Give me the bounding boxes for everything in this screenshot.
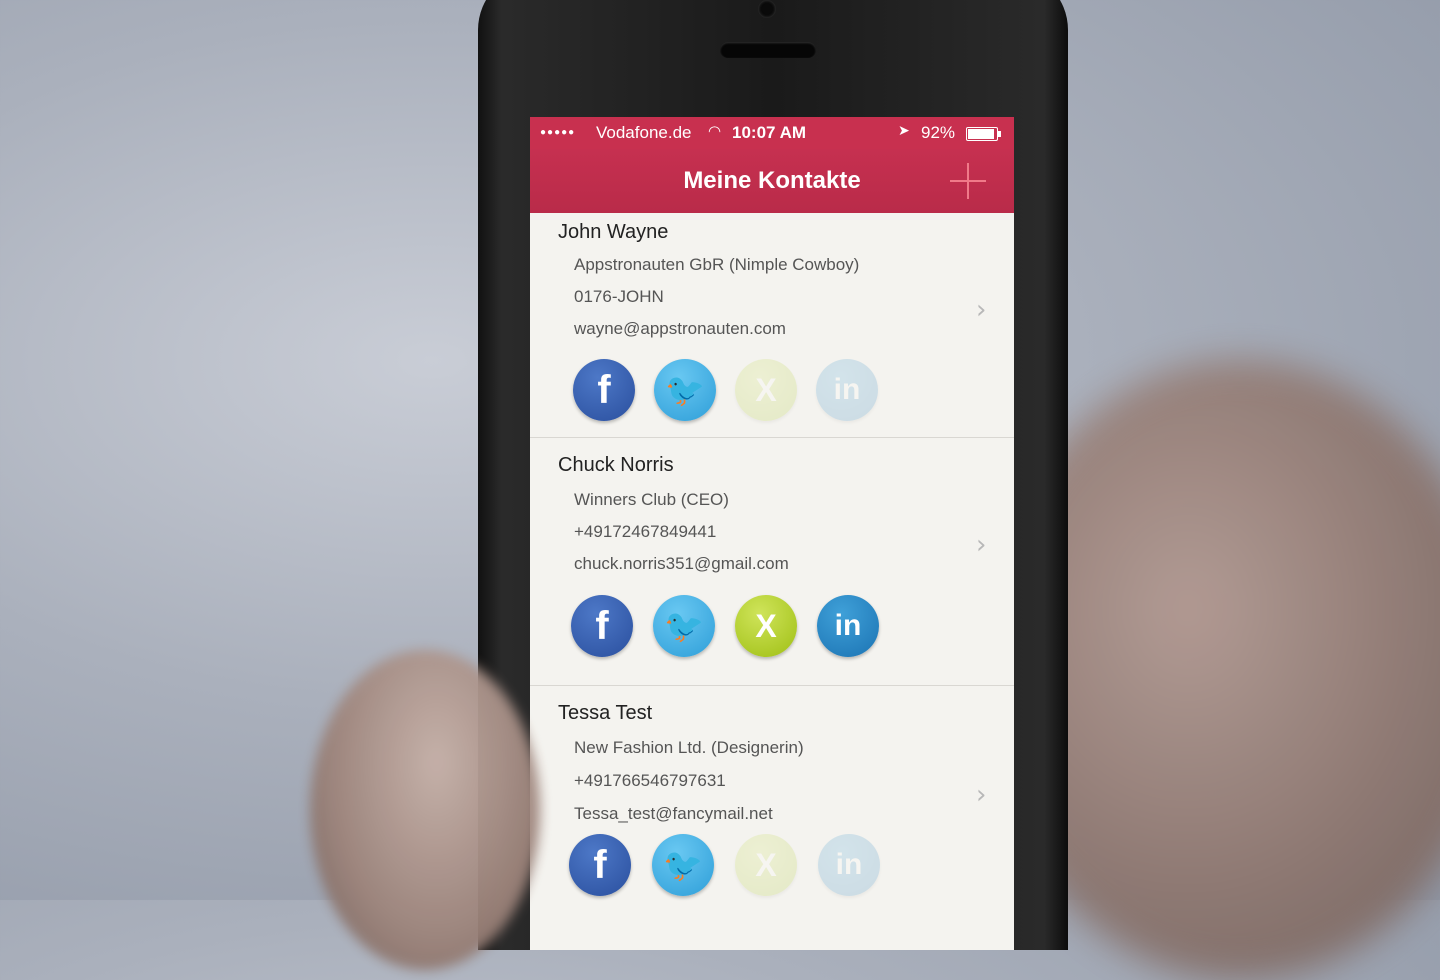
contact-name: Chuck Norris: [558, 454, 674, 476]
chevron-right-icon: ›: [976, 295, 987, 325]
facebook-icon[interactable]: f: [573, 359, 635, 421]
front-camera: [758, 0, 776, 18]
status-bar: ●●●●● Vodafone.de ◠ 10:07 AM ➤ 92%: [530, 117, 1014, 149]
twitter-icon[interactable]: 🐦: [653, 595, 715, 657]
contact-company: New Fashion Ltd. (Designerin): [574, 738, 804, 757]
navigation-bar: Meine Kontakte: [530, 149, 1014, 213]
contact-name: John Wayne: [558, 221, 669, 243]
contact-card-tessa-test[interactable]: Tessa Test New Fashion Ltd. (Designerin)…: [530, 686, 1014, 950]
xing-icon[interactable]: X: [735, 359, 797, 421]
contact-company: Appstronauten GbR (Nimple Cowboy): [574, 255, 860, 274]
signal-strength-icon: ●●●●●: [540, 127, 576, 138]
contact-email[interactable]: chuck.norris351@gmail.com: [574, 554, 789, 574]
battery-icon: [966, 127, 1001, 141]
contact-phone[interactable]: +49172467849441: [574, 522, 716, 542]
carrier-label: Vodafone.de: [596, 123, 692, 142]
twitter-icon[interactable]: 🐦: [652, 834, 714, 896]
facebook-icon[interactable]: f: [571, 595, 633, 657]
contact-company: Winners Club (CEO): [574, 490, 729, 509]
contact-card-chuck-norris[interactable]: Chuck Norris Winners Club (CEO) +4917246…: [530, 438, 1014, 686]
page-title: Meine Kontakte: [683, 167, 861, 194]
clock: 10:07 AM: [732, 123, 807, 142]
chevron-right-icon: ›: [976, 530, 987, 560]
add-contact-button[interactable]: [948, 161, 988, 201]
wifi-icon: ◠: [708, 123, 722, 140]
linkedin-icon[interactable]: in: [817, 595, 879, 657]
location-icon: ➤: [898, 122, 910, 138]
twitter-icon[interactable]: 🐦: [654, 359, 716, 421]
contact-card-john-wayne[interactable]: John Wayne Appstronauten GbR (Nimple Cow…: [530, 213, 1014, 438]
phone-device: ●●●●● Vodafone.de ◠ 10:07 AM ➤ 92% Meine…: [478, 0, 1068, 950]
chevron-right-icon: ›: [976, 780, 987, 810]
linkedin-icon[interactable]: in: [818, 834, 880, 896]
earpiece: [720, 42, 816, 58]
contact-phone[interactable]: +491766546797631: [574, 771, 726, 791]
contact-phone[interactable]: 0176-JOHN: [574, 287, 664, 307]
contact-email[interactable]: Tessa_test@fancymail.net: [574, 804, 773, 824]
xing-icon[interactable]: X: [735, 595, 797, 657]
contact-name: Tessa Test: [558, 702, 653, 724]
contact-email[interactable]: wayne@appstronauten.com: [574, 319, 786, 339]
xing-icon[interactable]: X: [735, 834, 797, 896]
linkedin-icon[interactable]: in: [816, 359, 878, 421]
facebook-icon[interactable]: f: [569, 834, 631, 896]
phone-screen: ●●●●● Vodafone.de ◠ 10:07 AM ➤ 92% Meine…: [530, 117, 1014, 950]
battery-percent: 92%: [921, 123, 956, 142]
hand-thumb: [310, 650, 540, 970]
